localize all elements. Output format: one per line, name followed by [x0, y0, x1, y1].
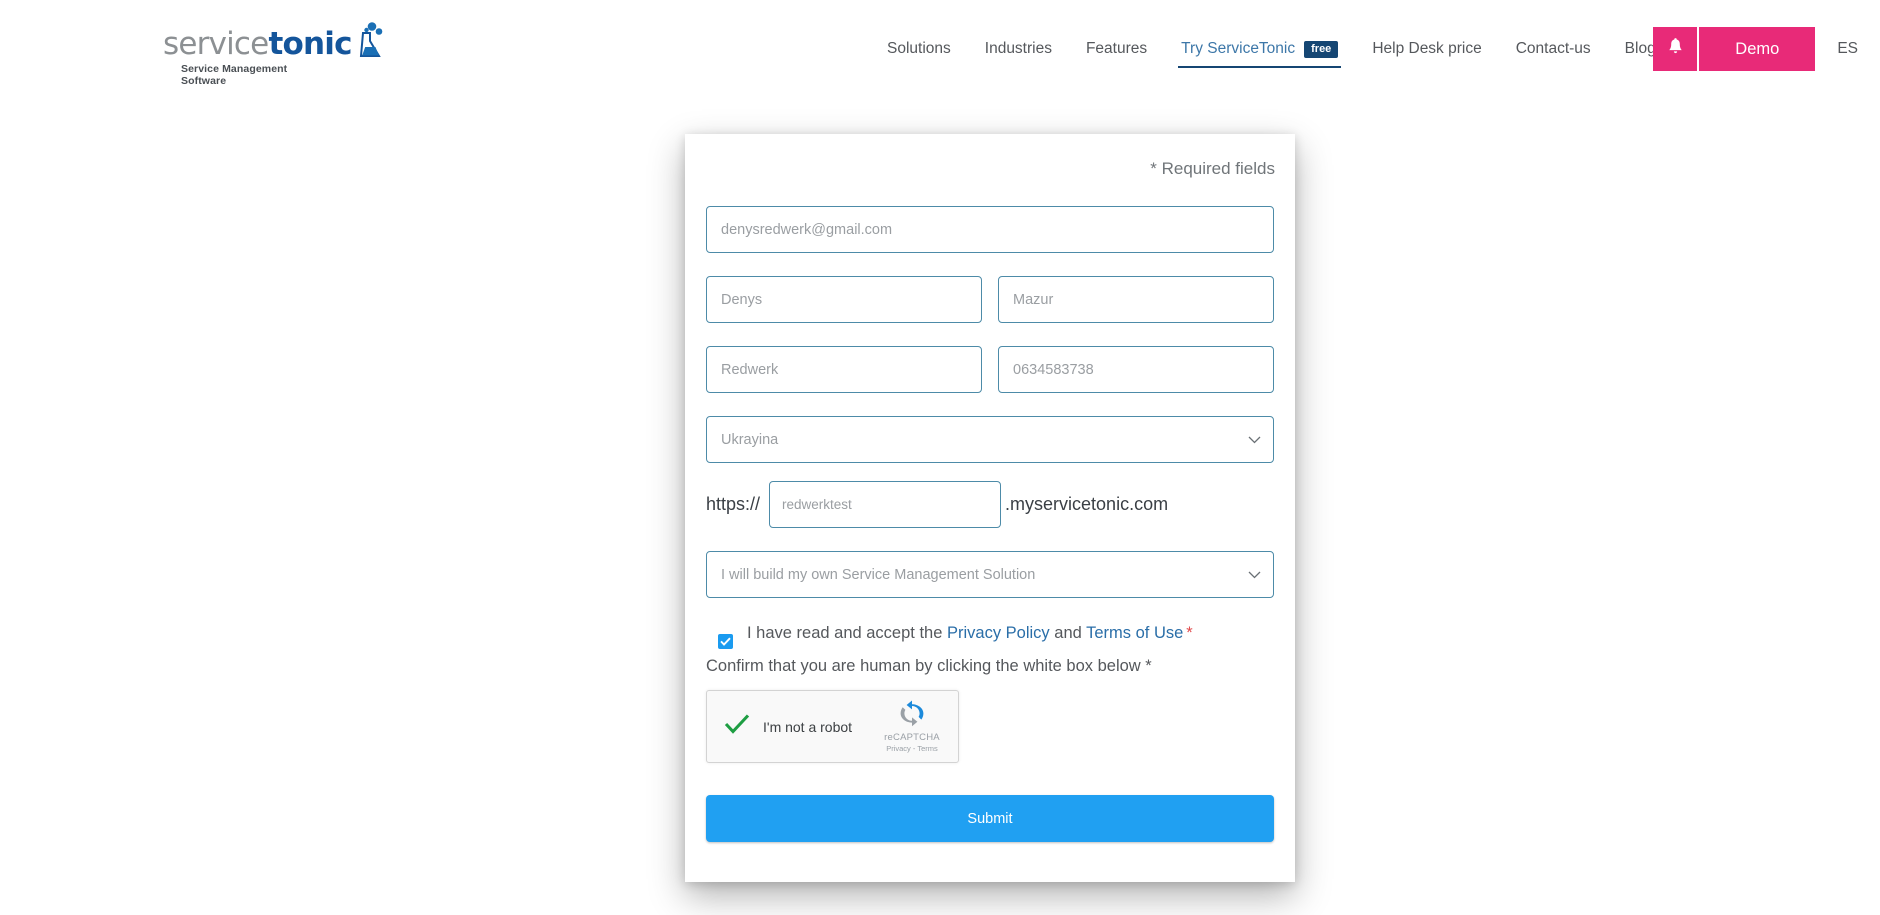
signup-form: Ukrayina https:// .myservicetonic.com I …	[706, 206, 1274, 842]
consent-row: I have read and accept the Privacy Polic…	[706, 624, 1274, 649]
check-icon	[720, 637, 731, 646]
logo-text-tonic: tonic	[268, 26, 352, 62]
logo-tagline: Service Management Software	[181, 63, 288, 87]
privacy-policy-link[interactable]: Privacy Policy	[947, 624, 1050, 642]
subdomain-field[interactable]	[769, 481, 1002, 528]
subdomain-suffix-label: .myservicetonic.com	[1005, 494, 1169, 514]
logo-wordmark: service tonic	[163, 22, 382, 62]
nav-item-solutions[interactable]: Solutions	[870, 0, 968, 98]
header-actions: Demo ES	[1653, 0, 1880, 98]
email-field[interactable]	[706, 206, 1274, 253]
nav-label: Contact-us	[1515, 40, 1591, 57]
notifications-button[interactable]	[1653, 27, 1698, 71]
nav-label: Try ServiceTonic	[1181, 40, 1296, 57]
consent-conjunction: and	[1054, 624, 1082, 642]
flask-icon	[353, 22, 383, 62]
recaptcha-legal-links[interactable]: Privacy - Terms	[876, 744, 948, 753]
last-name-field[interactable]	[998, 276, 1274, 323]
recaptcha-widget[interactable]: I'm not a robot reCAPTCHA Privacy - Term…	[706, 690, 959, 763]
company-field[interactable]	[706, 346, 982, 393]
nav-item-help-desk-price[interactable]: Help Desk price	[1355, 0, 1498, 98]
first-name-field[interactable]	[706, 276, 982, 323]
solution-select-wrapper: I will build my own Service Management S…	[706, 551, 1274, 598]
green-check-icon	[724, 713, 750, 740]
recaptcha-label: I'm not a robot	[763, 718, 853, 735]
country-select[interactable]: Ukrayina	[706, 416, 1274, 463]
submit-button[interactable]: Submit	[706, 795, 1274, 842]
demo-button[interactable]: Demo	[1699, 27, 1816, 71]
nav-label: Features	[1085, 40, 1148, 57]
recaptcha-brand-name: reCAPTCHA	[884, 732, 940, 743]
site-header: service tonic Service Management Software…	[0, 0, 1880, 98]
logo-text-service: service	[163, 26, 269, 62]
main-navigation: Solutions Industries Features Try Servic…	[870, 0, 1673, 98]
human-verification-label: Confirm that you are human by clicking t…	[706, 657, 1152, 675]
phone-field[interactable]	[998, 346, 1274, 393]
nav-item-industries[interactable]: Industries	[968, 0, 1069, 98]
solution-select[interactable]: I will build my own Service Management S…	[706, 551, 1274, 598]
free-badge: free	[1304, 40, 1339, 58]
active-nav-underline	[1178, 66, 1342, 68]
country-select-wrapper: Ukrayina	[706, 416, 1274, 463]
page-root: service tonic Service Management Software…	[0, 0, 1880, 915]
nav-label: Industries	[984, 40, 1052, 57]
subdomain-row: https:// .myservicetonic.com	[706, 481, 1274, 528]
recaptcha-logo-icon	[900, 700, 924, 727]
nav-label: Solutions	[887, 40, 951, 57]
signup-card: * Required fields Ukrayina https	[685, 134, 1295, 882]
recaptcha-branding: reCAPTCHA Privacy - Terms	[876, 700, 948, 753]
bell-icon	[1667, 37, 1684, 61]
required-asterisk: *	[1186, 624, 1193, 642]
site-logo[interactable]: service tonic Service Management Software	[163, 22, 382, 87]
nav-label: Blog	[1624, 40, 1656, 57]
language-switcher-es[interactable]: ES	[1815, 40, 1880, 58]
company-phone-row	[706, 346, 1274, 393]
consent-checkbox[interactable]	[718, 634, 733, 649]
nav-item-try-servicetonic[interactable]: Try ServiceTonic free	[1164, 0, 1355, 98]
consent-prefix: I have read and accept the	[747, 624, 943, 642]
terms-of-use-link[interactable]: Terms of Use	[1086, 624, 1183, 642]
nav-item-features[interactable]: Features	[1069, 0, 1164, 98]
subdomain-protocol-label: https://	[706, 494, 761, 514]
name-row	[706, 276, 1274, 323]
nav-label: Help Desk price	[1372, 40, 1482, 57]
required-fields-note: * Required fields	[1150, 159, 1275, 178]
nav-item-contact-us[interactable]: Contact-us	[1499, 0, 1608, 98]
consent-text: I have read and accept the Privacy Polic…	[747, 624, 1193, 643]
